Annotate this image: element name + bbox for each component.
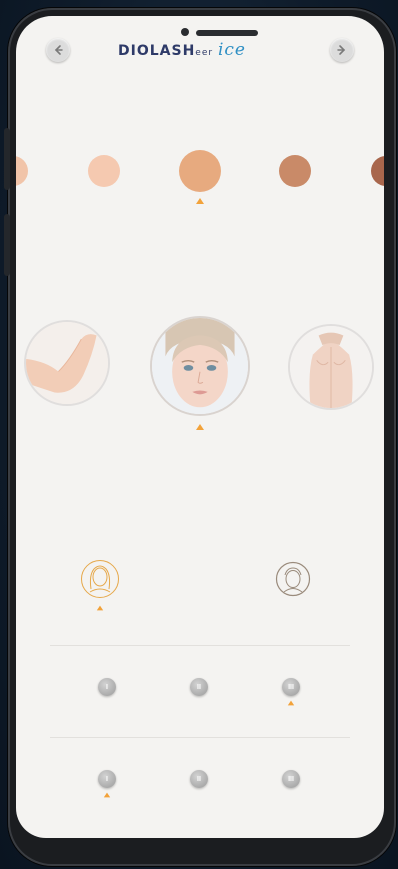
skin-tone-5[interactable]: [371, 156, 384, 186]
level-row1-button-1[interactable]: I: [98, 678, 116, 696]
camera-dot: [181, 28, 189, 36]
skin-tone-selected-marker: [196, 198, 204, 204]
body-area-back[interactable]: [288, 324, 374, 410]
arrow-right-icon: [337, 45, 346, 55]
gender-male-button[interactable]: [275, 561, 311, 597]
level-row2-button-3[interactable]: III: [282, 770, 300, 788]
body-area-face[interactable]: [150, 316, 250, 416]
face-image: [152, 318, 248, 414]
forward-button[interactable]: [330, 38, 354, 62]
speaker-bar: [196, 30, 258, 36]
level-row1-button-2[interactable]: II: [190, 678, 208, 696]
skin-tone-2[interactable]: [88, 155, 120, 187]
gender-selected-marker: [96, 605, 104, 611]
level-row1-selected-marker: [287, 700, 295, 706]
volume-down-button: [4, 214, 10, 276]
skin-tone-4[interactable]: [279, 155, 311, 187]
skin-tone-3[interactable]: [179, 150, 221, 192]
arrow-left-icon: [54, 45, 63, 55]
skin-tone-1[interactable]: [16, 156, 28, 186]
brand-logo: DIOLASHeer ice: [118, 40, 246, 60]
arm-image: [26, 322, 108, 404]
divider-1: [50, 645, 350, 646]
level-row1-button-3[interactable]: III: [282, 678, 300, 696]
level-row2-button-2[interactable]: II: [190, 770, 208, 788]
divider-2: [50, 737, 350, 738]
back-image: [290, 326, 372, 408]
body-area-selected-marker: [196, 424, 204, 430]
level-row2-button-1[interactable]: I: [98, 770, 116, 788]
level-row2-selected-marker: [103, 792, 111, 798]
male-head-icon: [275, 561, 311, 597]
gender-female-button[interactable]: [80, 559, 120, 599]
volume-up-button: [4, 128, 10, 190]
back-button[interactable]: [46, 38, 70, 62]
app-screen: DIOLASHeer ice I II III I II III: [16, 16, 384, 838]
body-area-arm[interactable]: [24, 320, 110, 406]
female-head-icon: [81, 560, 119, 598]
